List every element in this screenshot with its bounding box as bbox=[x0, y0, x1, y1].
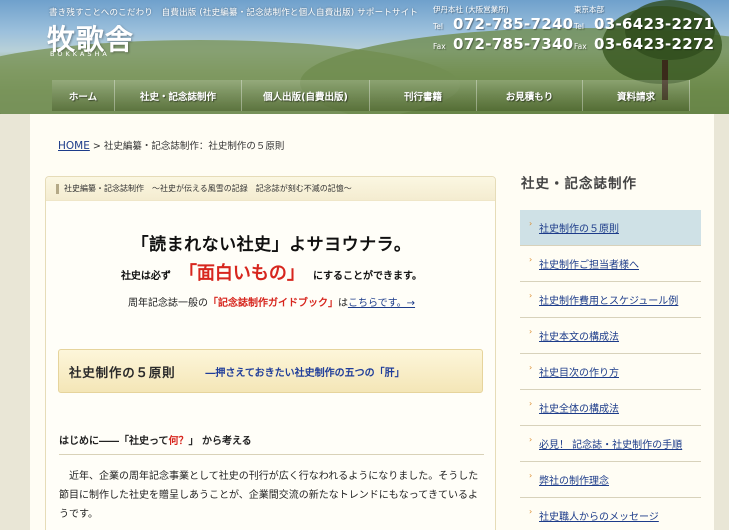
chevron-right-icon: › bbox=[529, 327, 533, 336]
section-title: 社史制作の５原則 bbox=[69, 364, 176, 380]
hero-subline: 社史は必ず 「面白いもの」 にすることができます。 bbox=[46, 259, 497, 285]
hero-subline-pre: 社史は必ず bbox=[120, 271, 171, 282]
main-heading: 社史編纂・記念誌制作 〜社史が伝える風雪の記録 記念誌が刻む不滅の記憶〜 bbox=[46, 177, 495, 201]
fax-number: 03-6423-2272 bbox=[594, 35, 715, 53]
guidebook-notice: 周年記念誌一般の「記念誌制作ガイドブック」はこちらです。→ bbox=[46, 294, 497, 309]
sidebar-item-message[interactable]: › 社史職人からのメッセージ bbox=[520, 498, 701, 530]
nav-shashi[interactable]: 社史・記念誌制作 bbox=[115, 80, 242, 111]
nav-estimate[interactable]: お見積もり bbox=[477, 80, 583, 111]
chevron-right-icon: › bbox=[529, 255, 533, 264]
intro-heading-post: 」 から考える bbox=[188, 436, 252, 447]
fax-number: 072-785-7340 bbox=[453, 35, 574, 53]
hero-headline: 「読まれない社史」よサヨウナラ。 bbox=[131, 235, 412, 255]
office-name: 東京本部 bbox=[574, 5, 604, 14]
chevron-right-icon: › bbox=[529, 363, 533, 372]
sidebar-item-label: 社史全体の構成法 bbox=[539, 404, 619, 415]
guidebook-title: 「記念誌制作ガイドブック」 bbox=[207, 298, 338, 309]
tel-label: Tel bbox=[433, 22, 444, 31]
sidebar-nav: › 社史制作の５原則 › 社史制作ご担当者様へ › 社史制作費用とスケジュール例 › 社… bbox=[520, 210, 701, 530]
chevron-right-icon: › bbox=[529, 471, 533, 480]
sidebar-item-label: 必見！ 記念誌・社史制作の手順 bbox=[539, 440, 683, 451]
breadcrumb-home-link[interactable]: HOME bbox=[58, 140, 90, 152]
office-name: 伊丹本社 (大阪営業所) bbox=[433, 5, 509, 14]
sidebar-item-label: 社史制作ご担当者様へ bbox=[539, 260, 639, 271]
breadcrumb: HOME > 社史編纂・記念誌制作：社史制作の５原則 bbox=[58, 138, 284, 152]
breadcrumb-current: > 社史編纂・記念誌制作：社史制作の５原則 bbox=[92, 141, 285, 152]
chevron-right-icon: › bbox=[529, 435, 533, 444]
office-itami: 伊丹本社 (大阪営業所) Tel 072-785-7240 Fax 072-785-… bbox=[433, 4, 573, 55]
office-tokyo: 東京本部 Tel 03-6423-2271 Fax 03-6423-2272 bbox=[574, 4, 714, 55]
section-subtitle: ―押さえておきたい社史制作の五つの「肝」 bbox=[205, 367, 405, 379]
nav-personal-publishing[interactable]: 個人出版(自費出版) bbox=[242, 80, 370, 111]
sidebar-item-label: 社史本文の構成法 bbox=[539, 332, 619, 343]
nav-home[interactable]: ホーム bbox=[52, 80, 115, 111]
fax-label: Fax bbox=[574, 42, 587, 51]
sidebar-item-label: 社史目次の作り方 bbox=[539, 368, 619, 379]
tel-number: 072-785-7240 bbox=[453, 15, 574, 33]
guidebook-pre: 周年記念誌一般の bbox=[127, 298, 208, 309]
sidebar-item-cost-schedule[interactable]: › 社史制作費用とスケジュール例 bbox=[520, 282, 701, 318]
sidebar-item-philosophy[interactable]: › 弊社の制作理念 bbox=[520, 462, 701, 498]
sidebar-item-label: 弊社の制作理念 bbox=[539, 476, 609, 487]
sidebar-item-label: 社史制作費用とスケジュール例 bbox=[539, 296, 679, 307]
sidebar-item-overall-structure[interactable]: › 社史全体の構成法 bbox=[520, 390, 701, 426]
sidebar-item-label: 社史職人からのメッセージ bbox=[539, 512, 659, 523]
guidebook-mid: は bbox=[337, 298, 348, 309]
intro-heading-pre: はじめに――「社史って bbox=[59, 436, 169, 447]
intro-heading: はじめに――「社史って何？」 から考える bbox=[59, 432, 252, 447]
chevron-right-icon: › bbox=[529, 399, 533, 408]
sidebar-item-toc[interactable]: › 社史目次の作り方 bbox=[520, 354, 701, 390]
nav-request-docs[interactable]: 資料請求 bbox=[583, 80, 690, 111]
divider bbox=[59, 454, 484, 455]
tel-number: 03-6423-2271 bbox=[594, 15, 715, 33]
hero-subline-emphasis: 「面白いもの」 bbox=[178, 263, 305, 284]
sidebar-item-five-principles[interactable]: › 社史制作の５原則 bbox=[520, 210, 701, 246]
guidebook-link[interactable]: こちらです。→ bbox=[348, 298, 415, 309]
chevron-right-icon: › bbox=[529, 507, 533, 516]
hero-subline-post: にすることができます。 bbox=[312, 271, 423, 282]
chevron-right-icon: › bbox=[529, 219, 533, 228]
nav-books[interactable]: 刊行書籍 bbox=[370, 80, 477, 111]
page-body: HOME > 社史編纂・記念誌制作：社史制作の５原則 社史編纂・記念誌制作 〜社… bbox=[30, 114, 714, 530]
chevron-right-icon: › bbox=[529, 291, 533, 300]
sidebar-item-for-staff[interactable]: › 社史制作ご担当者様へ bbox=[520, 246, 701, 282]
site-tagline: 書き残すことへのこだわり 自費出版 (社史編纂・記念誌制作と個人自費出版) サポ… bbox=[49, 8, 419, 18]
intro-heading-emphasis: 何？ bbox=[168, 436, 189, 447]
sidebar-item-procedure[interactable]: › 必見！ 記念誌・社史制作の手順 bbox=[520, 426, 701, 462]
sidebar-item-label: 社史制作の５原則 bbox=[539, 224, 619, 235]
section-header: 社史制作の５原則 ―押さえておきたい社史制作の五つの「肝」 bbox=[58, 349, 483, 393]
main-heading-text: 社史編纂・記念誌制作 〜社史が伝える風雪の記録 記念誌が刻む不滅の記憶〜 bbox=[64, 184, 352, 193]
heading-bar-icon bbox=[56, 183, 59, 194]
header: 書き残すことへのこだわり 自費出版 (社史編纂・記念誌制作と個人自費出版) サポ… bbox=[0, 0, 729, 114]
global-nav: ホーム 社史・記念誌制作 個人出版(自費出版) 刊行書籍 お見積もり 資料請求 bbox=[52, 80, 690, 111]
body-paragraph: 近年、企業の周年記念事業として社史の刊行が広く行なわれるようになりました。そうし… bbox=[59, 471, 479, 520]
main-content: 社史編纂・記念誌制作 〜社史が伝える風雪の記録 記念誌が刻む不滅の記憶〜 「読ま… bbox=[45, 176, 496, 530]
site-logo-romaji: BOKKASHA bbox=[50, 50, 110, 58]
fax-label: Fax bbox=[433, 42, 446, 51]
tel-label: Tel bbox=[574, 22, 585, 31]
sidebar-item-body-structure[interactable]: › 社史本文の構成法 bbox=[520, 318, 701, 354]
sidebar-title: 社史・記念誌制作 bbox=[521, 176, 637, 192]
